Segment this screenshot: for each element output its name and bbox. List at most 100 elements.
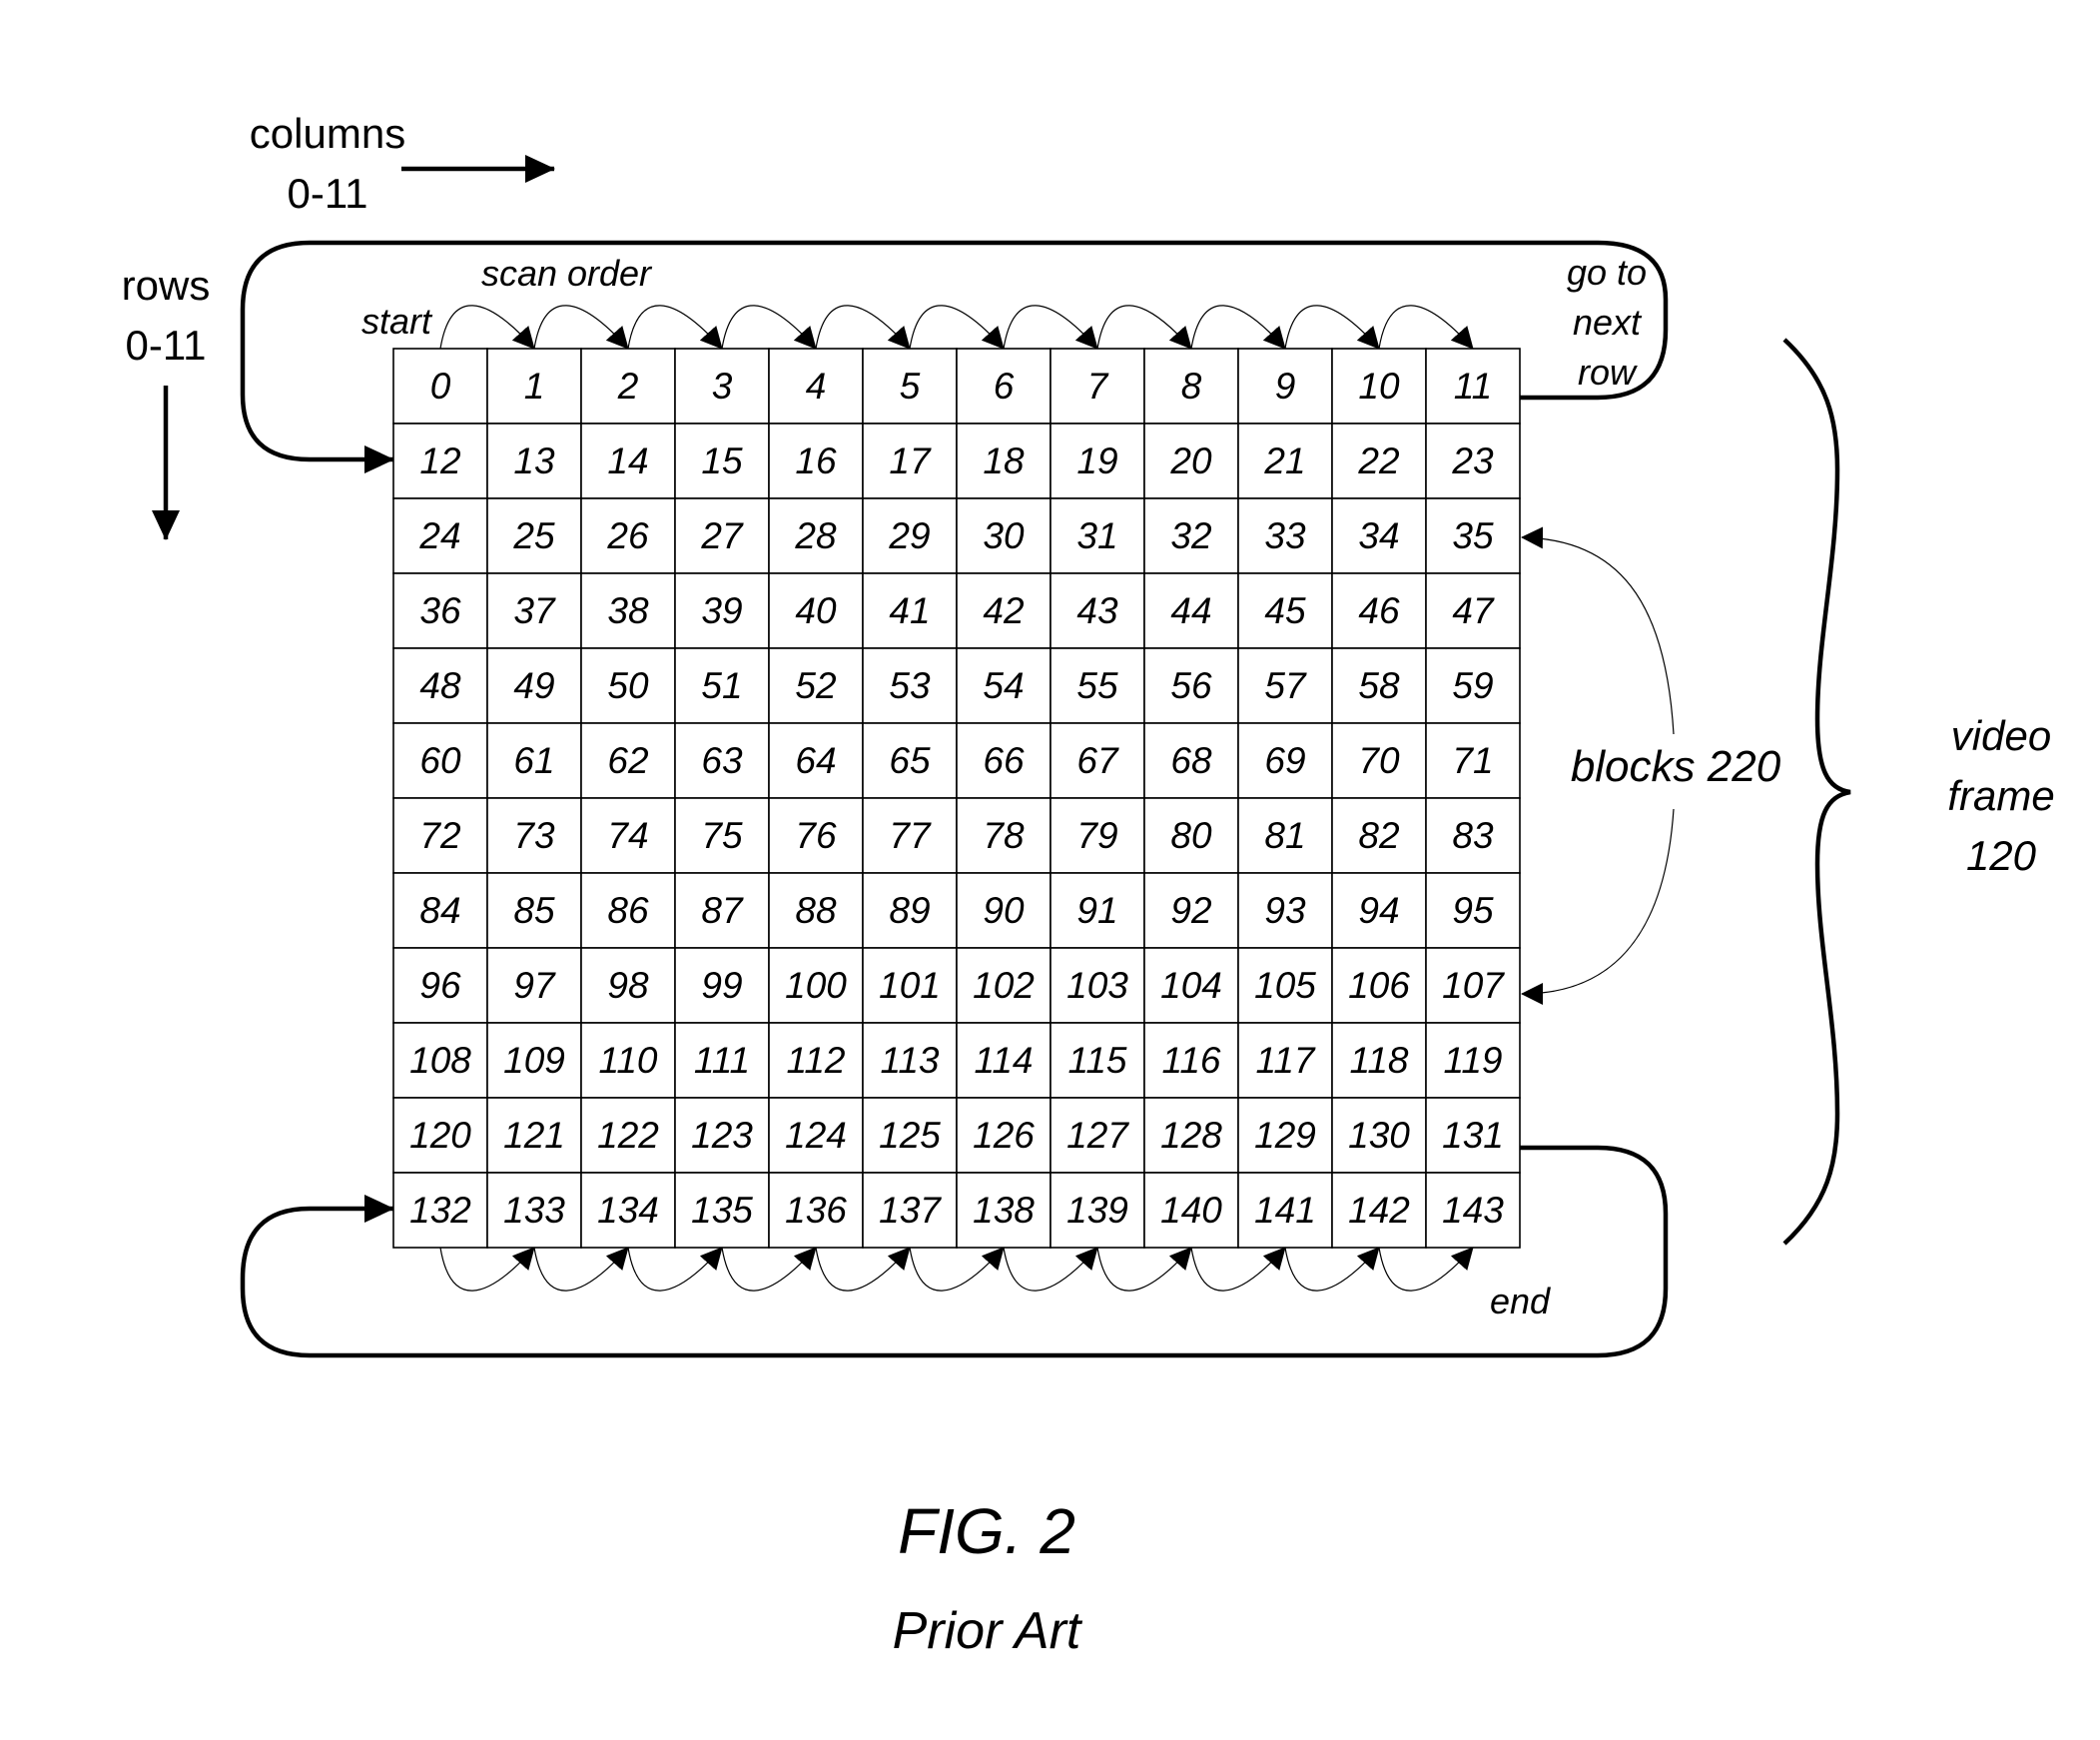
block-number: 89 <box>889 890 930 931</box>
block-number: 39 <box>701 590 742 631</box>
block-number: 90 <box>983 890 1025 931</box>
block-number: 46 <box>1358 590 1400 631</box>
block-number: 44 <box>1170 590 1211 631</box>
block-number: 116 <box>1162 1040 1221 1081</box>
block-number: 68 <box>1170 740 1212 781</box>
block-number: 108 <box>409 1040 471 1081</box>
block-number: 82 <box>1358 815 1400 856</box>
block-number: 6 <box>994 366 1015 407</box>
block-number: 121 <box>503 1115 565 1156</box>
blocks-label: blocks 220 <box>1571 742 1781 791</box>
block-number: 0 <box>430 366 451 407</box>
block-number: 84 <box>419 890 460 931</box>
figure-subtitle: Prior Art <box>893 1602 1083 1660</box>
block-number: 85 <box>513 890 555 931</box>
block-number: 30 <box>983 515 1025 556</box>
block-number: 133 <box>503 1190 565 1231</box>
block-number: 34 <box>1358 515 1399 556</box>
block-number: 132 <box>409 1190 471 1231</box>
block-number: 29 <box>888 515 930 556</box>
scan-arc-bottom <box>1003 1247 1098 1292</box>
block-number: 99 <box>701 965 742 1006</box>
block-number: 17 <box>889 440 932 481</box>
block-number: 117 <box>1256 1040 1316 1081</box>
block-number: 88 <box>795 890 837 931</box>
block-number: 53 <box>889 665 931 706</box>
block-number: 112 <box>787 1040 846 1081</box>
block-grid: 0 1 2 3 4 5 6 7 8 9 10 1112 13 14 15 16 17 18 19 20 21 22 2324… <box>392 348 1521 1249</box>
scan-arc-bottom <box>533 1247 629 1292</box>
block-number: 69 <box>1264 740 1305 781</box>
block-number: 65 <box>889 740 931 781</box>
block-number: 41 <box>889 590 930 631</box>
block-number: 129 <box>1254 1115 1316 1156</box>
columns-label: columns <box>250 110 405 157</box>
figure-title: FIG. 2 <box>898 1495 1075 1567</box>
block-number: 73 <box>513 815 555 856</box>
block-number: 11 <box>1454 366 1492 407</box>
block-number: 3 <box>712 366 733 407</box>
block-number: 63 <box>701 740 743 781</box>
block-number: 72 <box>419 815 461 856</box>
block-number: 135 <box>691 1190 753 1231</box>
row-label: row <box>1578 352 1638 393</box>
block-number: 78 <box>983 815 1025 856</box>
block-number: 50 <box>607 665 649 706</box>
scan-arc-top <box>909 305 1005 350</box>
block-number: 100 <box>785 965 847 1006</box>
block-number: 70 <box>1358 740 1400 781</box>
block-number: 26 <box>606 515 649 556</box>
block-number: 120 <box>409 1115 471 1156</box>
scan-order-diagram: columns 0-11 rows 0-11 scan order start … <box>122 110 2055 1660</box>
scan-arc-bottom <box>627 1247 723 1292</box>
block-number: 5 <box>900 366 921 407</box>
block-number: 32 <box>1170 515 1212 556</box>
block-number: 115 <box>1068 1040 1127 1081</box>
block-number: 62 <box>607 740 649 781</box>
scan-arc-top <box>721 305 817 350</box>
block-number: 49 <box>513 665 554 706</box>
block-number: 140 <box>1160 1190 1222 1231</box>
video-frame-brace <box>1782 338 1851 1246</box>
scan-arc-bottom <box>1284 1247 1380 1292</box>
block-number: 87 <box>701 890 744 931</box>
frame-number-label: 120 <box>1966 832 2037 879</box>
block-number: 138 <box>973 1190 1035 1231</box>
block-number: 95 <box>1452 890 1494 931</box>
block-number: 7 <box>1087 366 1109 407</box>
scan-arc-top <box>533 305 629 350</box>
block-number: 18 <box>983 440 1025 481</box>
block-number: 131 <box>1442 1115 1504 1156</box>
block-number: 48 <box>419 665 461 706</box>
block-number: 125 <box>879 1115 941 1156</box>
block-number: 119 <box>1444 1040 1503 1081</box>
block-number: 103 <box>1066 965 1128 1006</box>
scan-order-label: scan order <box>481 253 653 294</box>
blocks-pointer-top <box>1521 526 1675 735</box>
block-number: 9 <box>1275 366 1296 407</box>
scan-arc-bottom <box>439 1247 535 1292</box>
block-number: 40 <box>795 590 837 631</box>
block-number: 98 <box>607 965 649 1006</box>
block-number: 111 <box>694 1040 750 1081</box>
block-number: 1 <box>524 366 545 407</box>
block-number: 43 <box>1076 590 1118 631</box>
next-label: next <box>1573 302 1643 343</box>
block-number: 38 <box>607 590 649 631</box>
block-number: 55 <box>1076 665 1118 706</box>
block-number: 118 <box>1350 1040 1409 1081</box>
scan-arc-top <box>439 305 535 350</box>
block-number: 58 <box>1358 665 1400 706</box>
block-number: 33 <box>1264 515 1306 556</box>
block-number: 130 <box>1348 1115 1410 1156</box>
scan-arc-top <box>1190 305 1286 350</box>
block-number: 107 <box>1442 965 1505 1006</box>
block-number: 94 <box>1358 890 1399 931</box>
scan-arc-bottom <box>1190 1247 1286 1292</box>
start-label: start <box>361 301 433 342</box>
block-number: 71 <box>1452 740 1493 781</box>
block-number: 136 <box>785 1190 847 1231</box>
block-number: 25 <box>512 515 555 556</box>
block-number: 101 <box>879 965 941 1006</box>
block-number: 102 <box>973 965 1035 1006</box>
